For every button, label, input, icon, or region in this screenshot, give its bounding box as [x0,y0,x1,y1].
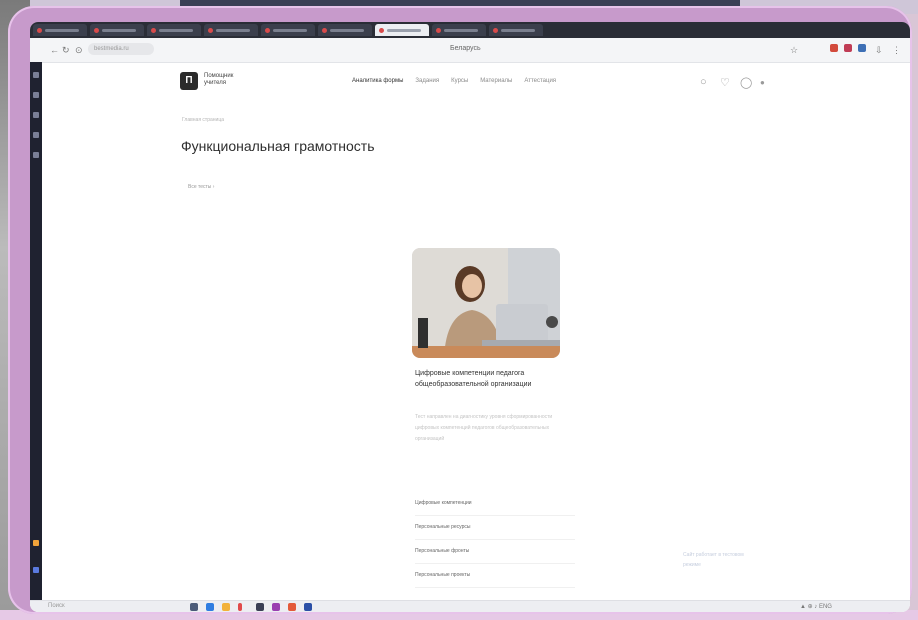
browser-tab[interactable] [261,24,315,36]
site-logo-text[interactable]: Помощник учителя [204,73,244,87]
taskbar-app-icon[interactable] [222,603,230,611]
taskbar-app-icon[interactable] [304,603,312,611]
nav-item-materials[interactable]: Материалы [480,78,512,84]
nav-item-courses[interactable]: Курсы [451,78,468,84]
tab-favicon-icon [151,27,156,33]
tab-label [387,28,421,32]
tab-favicon-icon [436,27,441,33]
url-input[interactable]: bestmedia.ru [88,43,154,55]
tab-label [273,28,307,32]
extension-icon[interactable] [858,44,866,52]
screen: ← ↻ ⊙ bestmedia.ru Беларусь ☆ ⇩ ⋮ П Помо… [30,22,910,612]
logo-line-1: Помощник [204,73,234,79]
browser-tab-active[interactable] [375,24,429,36]
filter-dropdown[interactable]: Все тесты › [188,184,214,190]
search-icon[interactable]: ○ [700,76,707,88]
tab-favicon-icon [37,27,42,33]
extension-icon[interactable] [844,44,852,52]
browser-tab[interactable] [204,24,258,36]
browser-tab[interactable] [147,24,201,36]
tab-favicon-icon [379,27,384,33]
course-card-image[interactable] [412,248,560,358]
tab-label [330,28,364,32]
course-card-links: Цифровые компетенции Персональные ресурс… [415,492,575,588]
dock-app-icon[interactable] [33,540,39,546]
taskbar-app-icon[interactable] [272,603,280,611]
favorites-icon[interactable]: ♡ [720,76,730,89]
browser-tab[interactable] [90,24,144,36]
extension-icon[interactable] [830,44,838,52]
dock-app-icon[interactable] [33,152,39,158]
tab-favicon-icon [208,27,213,33]
taskbar-app-icon[interactable] [288,603,296,611]
note-line-2: режиме [683,562,701,568]
dock-app-icon[interactable] [33,112,39,118]
taskbar-search[interactable]: Поиск [48,603,65,609]
browser-tab-bar [30,22,910,38]
nav-item-tasks[interactable]: Задания [415,78,439,84]
dock-app-icon[interactable] [33,132,39,138]
address-bar: ← ↻ ⊙ bestmedia.ru Беларусь ☆ ⇩ ⋮ [30,38,910,63]
window-title: Беларусь [450,45,481,52]
taskbar-app-icon[interactable] [256,603,264,611]
card-link-item[interactable]: Цифровые компетенции [415,492,575,516]
nav-item-attestation[interactable]: Аттестация [524,78,556,84]
notifications-icon[interactable]: ◯ [740,76,752,89]
tab-label [45,28,79,32]
dock-app-icon[interactable] [33,567,39,573]
test-mode-note: Сайт работает в тестовом режиме [683,550,744,570]
note-line-1: Сайт работает в тестовом [683,552,744,558]
browser-tab[interactable] [432,24,486,36]
main-nav: Аналитика формы Задания Курсы Материалы … [352,78,556,84]
nav-item-analytics[interactable]: Аналитика формы [352,78,403,84]
tab-favicon-icon [493,27,498,33]
dock-app-icon[interactable] [33,72,39,78]
tab-favicon-icon [94,27,99,33]
device-frame: ← ↻ ⊙ bestmedia.ru Беларусь ☆ ⇩ ⋮ П Помо… [8,6,912,614]
tab-label [159,28,193,32]
card-link-item[interactable]: Персональные проекты [415,564,575,588]
taskbar-app-icon[interactable] [238,603,242,611]
system-tray[interactable]: ▲ ⊕ ♪ ENG [800,603,832,610]
profile-icon[interactable]: ● [760,78,765,87]
os-sidebar [30,62,42,600]
tab-label [102,28,136,32]
browser-tab[interactable] [318,24,372,36]
back-icon[interactable]: ← [50,45,59,55]
tab-label [216,28,250,32]
card-link-item[interactable]: Персональные фронты [415,540,575,564]
site-header: П Помощник учителя Аналитика формы Задан… [180,66,800,102]
tab-favicon-icon [265,27,270,33]
card-link-item[interactable]: Персональные ресурсы [415,516,575,540]
teacher-photo [412,248,560,358]
course-card-title[interactable]: Цифровые компетенции педагога общеобразо… [415,368,565,390]
logo-line-2: учителя [204,80,227,86]
download-icon[interactable]: ⇩ [875,45,883,56]
tab-label [444,28,478,32]
browser-tab[interactable] [33,24,87,36]
site-logo[interactable]: П [180,72,198,90]
page-title: Функциональная грамотность [181,138,375,154]
dock-app-icon[interactable] [33,92,39,98]
taskbar-app-icon[interactable] [206,603,214,611]
course-card-description: Тест направлен на диагностику уровня сфо… [415,414,553,442]
browser-tab[interactable] [489,24,543,36]
taskbar-app-icon[interactable] [190,603,198,611]
breadcrumb[interactable]: Главная страница [182,117,224,123]
tab-label [501,28,535,32]
os-taskbar: Поиск ▲ ⊕ ♪ ENG [30,600,910,612]
tab-favicon-icon [322,27,327,33]
menu-icon[interactable]: ⋮ [892,45,901,56]
bookmark-icon[interactable]: ☆ [790,45,798,56]
reload-icon[interactable]: ↻ [62,45,70,56]
site-info-icon[interactable]: ⊙ [75,45,83,56]
